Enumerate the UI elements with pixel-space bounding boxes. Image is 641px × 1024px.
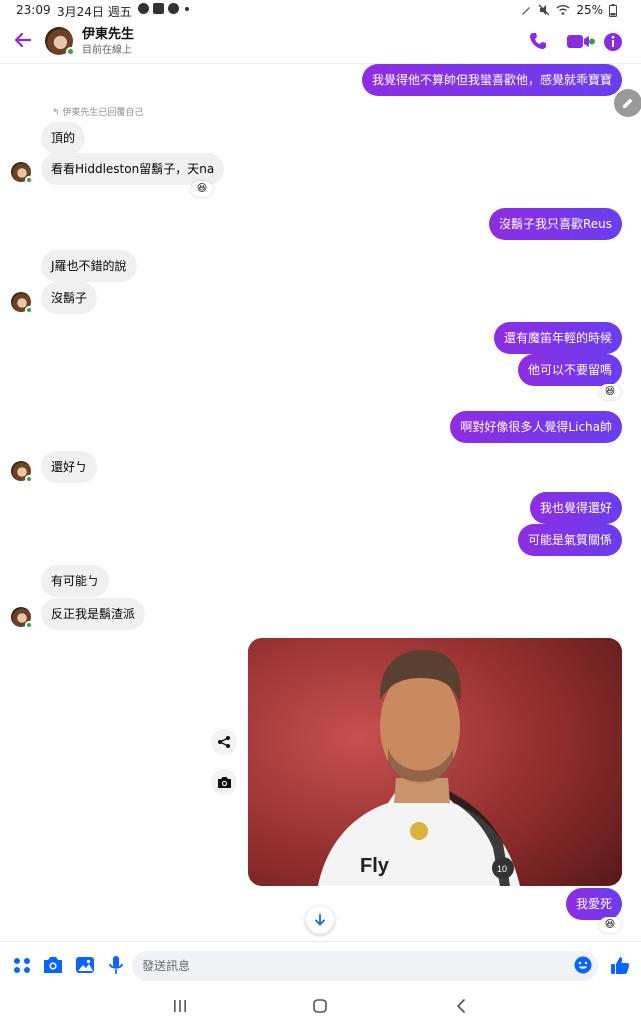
shared-photo[interactable]: Fly 10 bbox=[248, 638, 622, 886]
arrow-down-icon bbox=[315, 914, 325, 926]
reaction-badge[interactable]: 😆 bbox=[191, 181, 213, 197]
camera-icon bbox=[217, 776, 231, 788]
contact-avatar[interactable] bbox=[45, 27, 75, 56]
reply-note-text: 伊東先生已回覆自己 bbox=[62, 108, 144, 118]
system-navigation-bar bbox=[0, 990, 641, 1024]
online-indicator bbox=[25, 306, 33, 314]
messenger-notification-icon bbox=[138, 3, 149, 14]
player-photo: Fly 10 bbox=[248, 638, 622, 886]
incoming-message[interactable]: 頂的 bbox=[41, 122, 86, 154]
battery-icon bbox=[609, 3, 617, 17]
image-icon[interactable] bbox=[74, 954, 96, 976]
save-photo-button[interactable] bbox=[211, 769, 237, 795]
contact-avatar-small[interactable] bbox=[11, 607, 33, 629]
reply-arrow-icon: ↰ bbox=[52, 108, 63, 118]
outgoing-message[interactable]: 我愛死 bbox=[565, 888, 622, 920]
jersey-text: Fly bbox=[360, 855, 390, 877]
microphone-icon[interactable] bbox=[105, 954, 127, 976]
phone-icon[interactable] bbox=[528, 30, 548, 52]
like-icon[interactable] bbox=[609, 954, 631, 976]
messenger-notification-icon-2 bbox=[168, 3, 179, 14]
outgoing-message[interactable]: 我也覺得還好 bbox=[529, 492, 622, 524]
incoming-message[interactable]: 沒鬍子 bbox=[41, 282, 98, 314]
emoji-icon[interactable] bbox=[574, 956, 592, 974]
pen-icon bbox=[522, 7, 531, 15]
outgoing-message[interactable]: 可能是氣質關係 bbox=[517, 524, 622, 556]
message-list[interactable]: 我覺得他不算帥但我蠻喜歡他，感覺就乖寶寶 ↰ 伊東先生已回覆自己 頂的 看看Hi… bbox=[0, 64, 641, 940]
share-button[interactable] bbox=[211, 729, 237, 755]
incoming-message[interactable]: 反正我是鬍渣派 bbox=[41, 598, 146, 630]
mute-icon bbox=[538, 4, 550, 16]
status-date: 3月24日 週五 bbox=[57, 5, 132, 19]
contact-avatar-small[interactable] bbox=[11, 162, 33, 184]
edit-icon bbox=[623, 98, 633, 108]
edit-button[interactable] bbox=[614, 89, 641, 117]
wifi-icon bbox=[556, 5, 570, 15]
apps-icon[interactable] bbox=[11, 954, 33, 976]
scroll-to-bottom-button[interactable] bbox=[306, 906, 334, 934]
message-input[interactable] bbox=[132, 951, 598, 981]
reply-note: ↰ 伊東先生已回覆自己 bbox=[52, 105, 143, 118]
reaction-badge[interactable]: 😆 bbox=[599, 917, 621, 933]
conversation-header: 伊東先生 目前在線上 bbox=[0, 20, 641, 64]
incoming-message[interactable]: 有可能ㄅ bbox=[41, 565, 110, 597]
outgoing-message[interactable]: 沒鬍子我只喜歡Reus bbox=[488, 208, 622, 240]
video-icon[interactable] bbox=[566, 30, 596, 52]
status-bar: 23:09 3月24日 週五 25% bbox=[0, 0, 641, 20]
composer-bar bbox=[0, 941, 641, 989]
outgoing-message[interactable]: 我覺得他不算帥但我蠻喜歡他，感覺就乖寶寶 bbox=[361, 64, 622, 96]
outgoing-message[interactable]: 他可以不要留嗎 bbox=[517, 354, 622, 386]
incoming-message[interactable]: 還好ㄅ bbox=[41, 451, 98, 483]
incoming-message[interactable]: J羅也不錯的說 bbox=[41, 250, 137, 282]
recents-icon[interactable] bbox=[172, 998, 188, 1014]
contact-name[interactable]: 伊東先生 bbox=[82, 23, 134, 42]
info-icon[interactable] bbox=[603, 30, 623, 52]
more-notifications-icon bbox=[185, 6, 189, 11]
sleeve-badge: 10 bbox=[497, 864, 507, 874]
online-indicator bbox=[25, 176, 33, 184]
online-indicator bbox=[25, 475, 33, 483]
contact-status: 目前在線上 bbox=[82, 45, 132, 56]
online-indicator bbox=[66, 47, 75, 56]
outgoing-message[interactable]: 啊對好像很多人覺得Licha帥 bbox=[450, 411, 622, 443]
camera-icon[interactable] bbox=[42, 954, 64, 976]
outgoing-message[interactable]: 還有魔笛年輕的時候 bbox=[493, 322, 622, 354]
reaction-badge[interactable]: 😆 bbox=[599, 384, 621, 400]
back-arrow-icon[interactable] bbox=[12, 29, 34, 51]
status-time: 23:09 bbox=[16, 3, 51, 17]
notification-icons bbox=[138, 3, 189, 14]
contact-avatar-small[interactable] bbox=[11, 461, 33, 483]
gallery-notification-icon bbox=[153, 3, 164, 14]
status-right: 25% bbox=[520, 3, 617, 17]
back-icon[interactable] bbox=[453, 998, 469, 1014]
home-icon[interactable] bbox=[312, 998, 328, 1014]
contact-avatar-small[interactable] bbox=[11, 292, 33, 314]
battery-level: 25% bbox=[576, 3, 603, 17]
share-icon bbox=[218, 736, 230, 748]
online-indicator bbox=[25, 621, 33, 629]
